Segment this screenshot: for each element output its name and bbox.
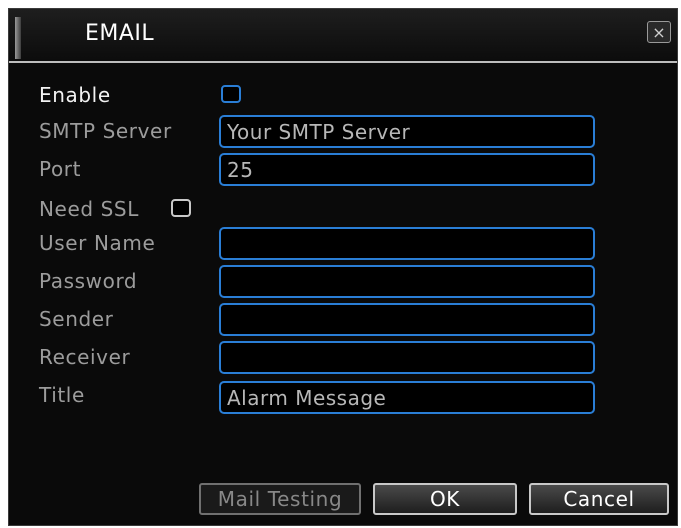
email-dialog: EMAIL × Enable SMTP Server Your SMTP Ser… <box>8 8 678 526</box>
port-label: Port <box>39 157 82 181</box>
sender-input[interactable] <box>219 303 595 336</box>
close-icon[interactable]: × <box>647 21 671 43</box>
smtp-server-input[interactable]: Your SMTP Server <box>219 115 595 148</box>
need-ssl-checkbox[interactable] <box>171 199 191 217</box>
ok-button[interactable]: OK <box>373 483 517 515</box>
title-input[interactable]: Alarm Message <box>219 381 595 414</box>
need-ssl-label: Need SSL <box>39 197 139 221</box>
dialog-title: EMAIL <box>85 21 155 46</box>
password-label: Password <box>39 269 138 293</box>
sender-label: Sender <box>39 307 114 331</box>
title-bar-edge <box>15 17 21 59</box>
mail-testing-button[interactable]: Mail Testing <box>199 483 361 515</box>
user-name-input[interactable] <box>219 227 595 260</box>
smtp-server-label: SMTP Server <box>39 119 172 143</box>
enable-checkbox[interactable] <box>221 85 241 103</box>
user-name-label: User Name <box>39 231 156 255</box>
cancel-button[interactable]: Cancel <box>529 483 669 515</box>
password-input[interactable] <box>219 265 595 298</box>
receiver-label: Receiver <box>39 345 131 369</box>
enable-label: Enable <box>39 83 111 107</box>
title-bar: EMAIL × <box>9 9 677 63</box>
title-label: Title <box>39 383 85 407</box>
port-input[interactable]: 25 <box>219 153 595 186</box>
receiver-input[interactable] <box>219 341 595 374</box>
